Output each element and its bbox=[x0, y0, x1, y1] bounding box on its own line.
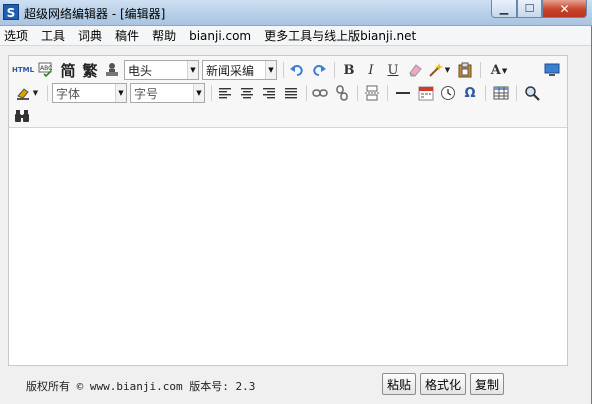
align-right-icon[interactable] bbox=[259, 83, 279, 103]
chevron-down-icon: ▼ bbox=[501, 65, 508, 75]
font-color-button[interactable]: A ▼ bbox=[486, 60, 512, 80]
special-char-omega-icon[interactable]: Ω bbox=[460, 83, 480, 103]
maximize-button[interactable]: ☐ bbox=[517, 0, 542, 18]
paste-button[interactable]: 粘贴 bbox=[382, 373, 416, 395]
horizontal-rule-icon[interactable] bbox=[393, 83, 413, 103]
close-button[interactable]: ✕ bbox=[542, 0, 587, 18]
align-justify-icon[interactable] bbox=[281, 83, 301, 103]
font-color-label: A bbox=[490, 62, 501, 78]
calendar-icon[interactable] bbox=[416, 83, 436, 103]
toolbar-divider bbox=[334, 62, 335, 78]
style-select-value: 新闻采编 bbox=[206, 63, 255, 78]
chevron-down-icon: ▼ bbox=[444, 66, 451, 74]
toolbar-divider bbox=[283, 62, 284, 78]
toolbar-row-3 bbox=[9, 105, 567, 127]
binoculars-icon[interactable] bbox=[12, 106, 32, 126]
copyright-version-text: 版权所有 © www.bianji.com 版本号: 2.3 bbox=[26, 380, 256, 393]
spellcheck-icon[interactable]: ABC bbox=[36, 60, 56, 80]
undo-icon[interactable] bbox=[287, 60, 307, 80]
window-side-strip bbox=[572, 46, 591, 404]
rich-text-editor: HTML ABC 简 繁 电头 ▼ 新闻采编 ▼ B I U ▼ A ▼ ▼ 字… bbox=[8, 55, 568, 366]
menu-options[interactable]: 选项 bbox=[4, 27, 28, 44]
chevron-down-icon: ▼ bbox=[265, 61, 276, 79]
headline-select-value: 电头 bbox=[128, 63, 153, 78]
status-bar: 版权所有 © www.bianji.com 版本号: 2.3 粘贴 格式化 复制 bbox=[0, 366, 591, 404]
toolbar-divider bbox=[47, 85, 48, 101]
clock-icon[interactable] bbox=[438, 83, 458, 103]
window-title: 超级网络编辑器 - [编辑器] bbox=[24, 7, 166, 21]
find-magnifier-icon[interactable] bbox=[522, 83, 542, 103]
toolbar-divider bbox=[357, 85, 358, 101]
traditional-chinese-button[interactable]: 繁 bbox=[80, 60, 100, 80]
chevron-down-icon: ▼ bbox=[193, 84, 204, 102]
unlink-icon[interactable] bbox=[332, 83, 352, 103]
clipboard-icon[interactable] bbox=[455, 60, 475, 80]
toolbar-row-2: ▼ 字体 ▼ 字号 ▼ Ω bbox=[9, 82, 567, 104]
headline-select[interactable]: 电头 ▼ bbox=[124, 60, 199, 80]
bold-button[interactable]: B bbox=[339, 60, 359, 80]
menu-tools[interactable]: 工具 bbox=[41, 27, 65, 44]
redo-icon[interactable] bbox=[309, 60, 329, 80]
stamp-icon[interactable] bbox=[102, 60, 122, 80]
menu-bianji-com[interactable]: bianji.com bbox=[189, 29, 251, 43]
editor-content-area[interactable] bbox=[9, 129, 567, 365]
title-bar[interactable]: S 超级网络编辑器 - [编辑器] ▁ ☐ ✕ bbox=[0, 0, 592, 26]
app-logo-icon: S bbox=[3, 4, 19, 20]
underline-button[interactable]: U bbox=[383, 60, 403, 80]
link-icon[interactable] bbox=[310, 83, 330, 103]
eraser-icon[interactable] bbox=[405, 60, 425, 80]
menu-bar: 选项 工具 词典 稿件 帮助 bianji.com 更多工具与线上版bianji… bbox=[0, 26, 591, 46]
highlight-color-icon[interactable]: ▼ bbox=[12, 83, 42, 103]
align-center-icon[interactable] bbox=[237, 83, 257, 103]
copy-button[interactable]: 复制 bbox=[470, 373, 504, 395]
chevron-down-icon: ▼ bbox=[115, 84, 126, 102]
toolbar-divider bbox=[387, 85, 388, 101]
align-left-icon[interactable] bbox=[215, 83, 235, 103]
menu-manuscript[interactable]: 稿件 bbox=[115, 27, 139, 44]
table-icon[interactable] bbox=[491, 83, 511, 103]
minimize-button[interactable]: ▁ bbox=[491, 0, 517, 18]
toolbar-divider bbox=[516, 85, 517, 101]
app-window: S 超级网络编辑器 - [编辑器] ▁ ☐ ✕ 选项 工具 词典 稿件 帮助 b… bbox=[0, 0, 592, 404]
chevron-down-icon: ▼ bbox=[187, 61, 198, 79]
italic-button[interactable]: I bbox=[361, 60, 381, 80]
font-family-placeholder: 字体 bbox=[56, 86, 81, 101]
style-select[interactable]: 新闻采编 ▼ bbox=[202, 60, 277, 80]
menu-dictionary[interactable]: 词典 bbox=[78, 27, 102, 44]
toolbar-divider bbox=[485, 85, 486, 101]
format-button[interactable]: 格式化 bbox=[420, 373, 466, 395]
editor-toolbar: HTML ABC 简 繁 电头 ▼ 新闻采编 ▼ B I U ▼ A ▼ ▼ 字… bbox=[9, 56, 567, 128]
font-family-select[interactable]: 字体 ▼ bbox=[52, 83, 127, 103]
menu-help[interactable]: 帮助 bbox=[152, 27, 176, 44]
simplified-chinese-button[interactable]: 简 bbox=[58, 60, 78, 80]
font-size-select[interactable]: 字号 ▼ bbox=[130, 83, 205, 103]
menu-more-tools[interactable]: 更多工具与线上版bianji.net bbox=[264, 27, 416, 44]
toolbar-row-1: HTML ABC 简 繁 电头 ▼ 新闻采编 ▼ B I U ▼ A ▼ bbox=[9, 59, 567, 81]
html-source-icon[interactable]: HTML bbox=[12, 60, 34, 80]
magic-wand-icon[interactable]: ▼ bbox=[427, 60, 451, 80]
chevron-down-icon: ▼ bbox=[32, 89, 39, 97]
toolbar-divider bbox=[211, 85, 212, 101]
page-break-icon[interactable] bbox=[362, 83, 382, 103]
toolbar-divider bbox=[306, 85, 307, 101]
font-size-placeholder: 字号 bbox=[134, 86, 159, 101]
toolbar-divider bbox=[480, 62, 481, 78]
preview-monitor-icon[interactable] bbox=[542, 60, 562, 80]
